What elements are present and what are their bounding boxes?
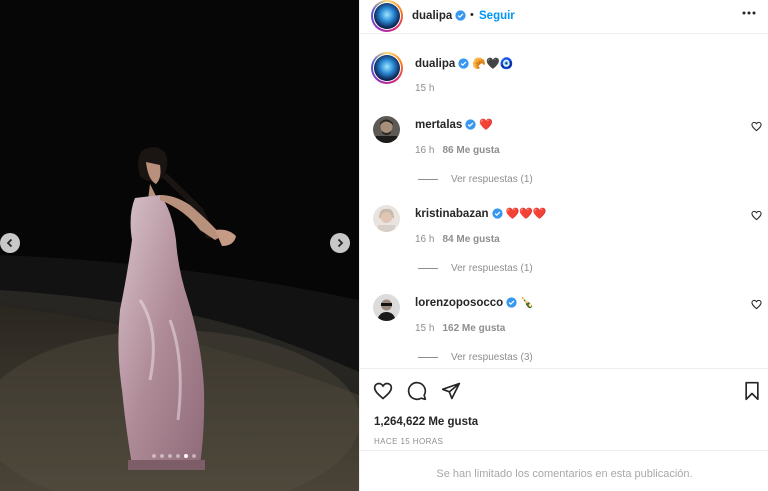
chevron-right-icon (337, 238, 344, 248)
replies-line (418, 179, 438, 180)
comment-meta: 16 h 84 Me gusta (415, 234, 500, 245)
caption-line: dualipa 🥐🖤🧿 (415, 57, 513, 70)
caption-time[interactable]: 15 h (415, 83, 434, 94)
post-photo[interactable] (0, 0, 359, 491)
heart-icon[interactable] (751, 121, 762, 132)
carousel-indicator (152, 454, 196, 458)
carousel-dot (176, 454, 180, 458)
view-replies-button[interactable]: Ver respuestas (1) (418, 263, 533, 274)
beach-photo-scene (0, 0, 359, 491)
comment-time[interactable]: 15 h (415, 323, 434, 334)
comment-time[interactable]: 16 h (415, 234, 434, 245)
heart-icon[interactable] (373, 381, 393, 401)
author-username[interactable]: dualipa (412, 10, 466, 22)
comment-item: kristinabazan ❤️❤️❤️ 16 h 84 Me gusta Ver … (360, 205, 768, 294)
verified-badge-icon (491, 208, 503, 219)
view-replies-button[interactable]: Ver respuestas (3) (418, 352, 533, 363)
comment-text: ❤️❤️❤️ (505, 208, 547, 220)
comments-limited-notice: Se han limitado los comentarios en esta … (360, 450, 768, 491)
verified-badge-icon (458, 58, 469, 69)
view-replies-label: Ver respuestas (1) (451, 174, 533, 185)
header-separator: • (470, 9, 474, 21)
author-avatar[interactable] (371, 0, 403, 32)
follow-button[interactable]: Seguir (479, 10, 515, 22)
carousel-dot (192, 454, 196, 458)
comment-likes[interactable]: 84 Me gusta (442, 234, 499, 245)
more-horizontal-icon[interactable] (742, 11, 756, 15)
comment-line: kristinabazan ❤️❤️❤️ (415, 207, 547, 220)
likes-count[interactable]: 1,264,622 Me gusta (374, 416, 478, 428)
view-replies-button[interactable]: Ver respuestas (1) (418, 174, 533, 185)
comment-icon[interactable] (407, 381, 427, 401)
chevron-left-icon (6, 238, 13, 248)
carousel-prev-button[interactable] (0, 233, 20, 253)
post-time[interactable]: HACE 15 HORAS (374, 437, 443, 446)
comment-text: ❤️ (479, 119, 494, 131)
comment-meta: 16 h 86 Me gusta (415, 145, 500, 156)
heart-icon[interactable] (751, 299, 762, 310)
caption-avatar[interactable] (371, 52, 403, 84)
replies-line (418, 357, 438, 358)
carousel-dot (168, 454, 172, 458)
commenter-avatar[interactable] (373, 116, 400, 143)
comment-time[interactable]: 16 h (415, 145, 434, 156)
comment-meta: 15 h 162 Me gusta (415, 323, 505, 334)
comment-likes[interactable]: 162 Me gusta (442, 323, 505, 334)
post-details-panel: dualipa • Seguir dualipa 🥐🖤🧿 15 h mertala… (359, 0, 768, 491)
bookmark-icon[interactable] (743, 381, 761, 401)
replies-line (418, 268, 438, 269)
commenter-avatar[interactable] (373, 294, 400, 321)
verified-badge-icon (506, 297, 517, 308)
comment-likes[interactable]: 86 Me gusta (442, 145, 499, 156)
comment-item: mertalas ❤️ 16 h 86 Me gusta Ver respuesta… (360, 116, 768, 205)
view-replies-label: Ver respuestas (1) (451, 263, 533, 274)
comment-text: 🍾 (520, 297, 534, 309)
share-icon[interactable] (441, 381, 461, 401)
caption-username[interactable]: dualipa (415, 58, 455, 70)
post-header: dualipa • Seguir (360, 0, 768, 34)
carousel-next-button[interactable] (330, 233, 350, 253)
verified-badge-icon (455, 10, 466, 21)
carousel-dot-active (184, 454, 188, 458)
caption-text: 🥐🖤🧿 (472, 58, 514, 70)
commenter-username[interactable]: mertalas (415, 119, 462, 131)
carousel-dot (152, 454, 156, 458)
commenter-username[interactable]: kristinabazan (415, 208, 489, 220)
post-actions: 1,264,622 Me gusta HACE 15 HORAS (360, 368, 768, 450)
carousel-dot (160, 454, 164, 458)
comment-line: mertalas ❤️ (415, 118, 493, 131)
verified-badge-icon (465, 119, 476, 130)
commenter-username[interactable]: lorenzoposocco (415, 297, 503, 309)
view-replies-label: Ver respuestas (3) (451, 352, 533, 363)
commenter-avatar[interactable] (373, 205, 400, 232)
comment-line: lorenzoposocco 🍾 (415, 296, 534, 309)
heart-icon[interactable] (751, 210, 762, 221)
